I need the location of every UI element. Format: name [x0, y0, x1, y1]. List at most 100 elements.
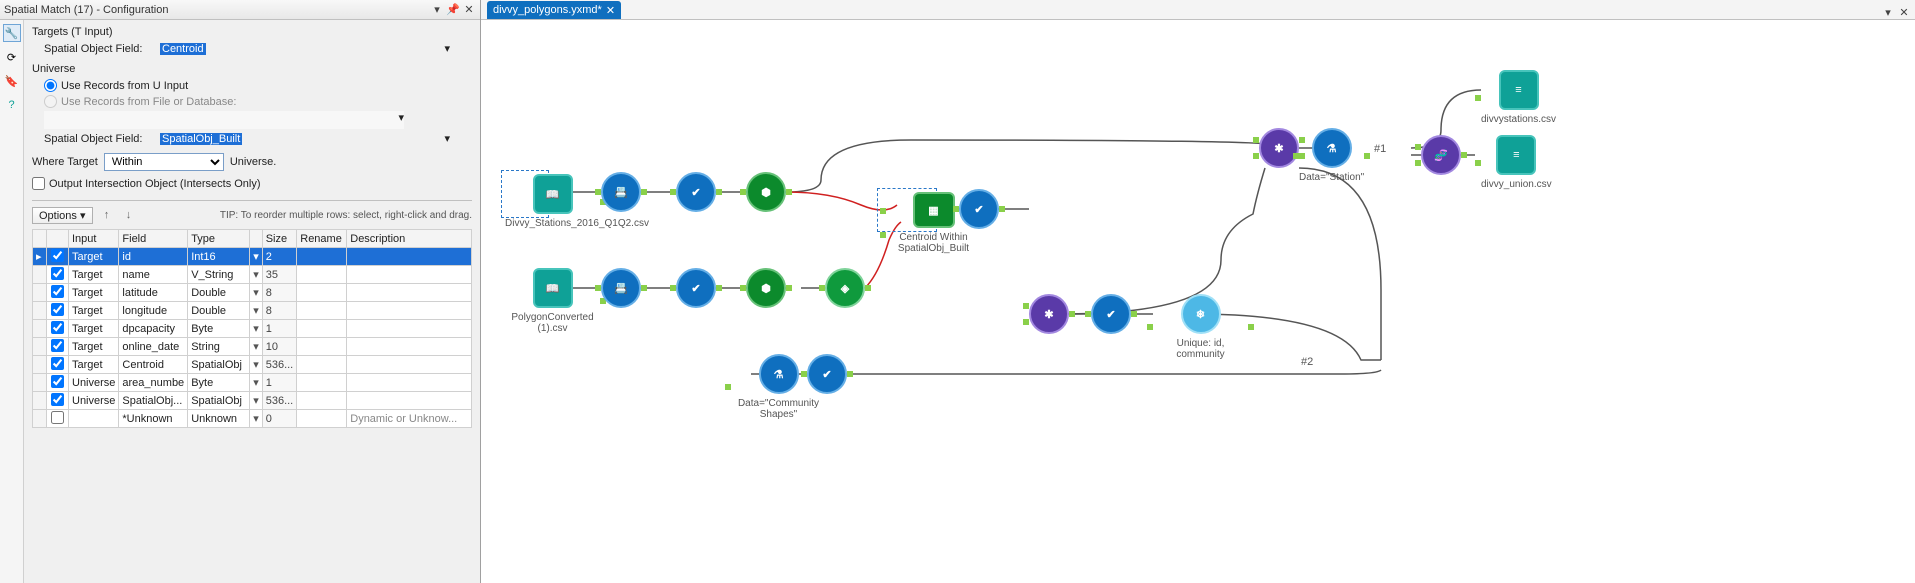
tag-icon[interactable]: 🔖	[3, 72, 21, 90]
intersect-checkbox[interactable]	[32, 177, 45, 190]
move-down-button[interactable]: ↓	[121, 209, 137, 221]
col-description[interactable]: Description	[347, 230, 472, 248]
check-icon: ✔	[676, 268, 716, 308]
tab-label: divvy_polygons.yxmd*	[493, 4, 602, 16]
workflow-canvas[interactable]: #1 #2 📖 Divvy_Stations_2016_Q1Q2.csv 📇 ✔…	[481, 20, 1915, 583]
fields-grid[interactable]: Input Field Type Size Rename Description…	[32, 229, 472, 428]
select-tool-2[interactable]: ✔	[676, 268, 716, 308]
row-checkbox[interactable]	[51, 249, 64, 262]
select-tool-5[interactable]: ✔	[1091, 294, 1131, 334]
check-icon: ✔	[1091, 294, 1131, 334]
dropdown-icon[interactable]: ▾	[430, 3, 444, 17]
spatial-field2-label: Spatial Object Field:	[44, 133, 154, 145]
help-icon[interactable]: ?	[3, 96, 21, 114]
table-row[interactable]: TargetCentroidSpatialObj▾536...	[33, 356, 472, 374]
tabbar-close-icon[interactable]: ✕	[1897, 6, 1911, 19]
spatial-tool-3[interactable]: ◈	[825, 268, 865, 308]
nav-icon[interactable]: ⟳	[3, 48, 21, 66]
join-tool-1[interactable]: ✱	[1029, 294, 1069, 334]
file-path-combo[interactable]: ▾	[44, 111, 404, 129]
table-row[interactable]: TargetlatitudeDouble▾8	[33, 284, 472, 302]
pin-icon[interactable]: 📌	[446, 3, 460, 17]
radio-u-input[interactable]	[44, 79, 57, 92]
config-form: Targets (T Input) Spatial Object Field: …	[24, 20, 480, 583]
spatial-tool-1[interactable]: ⬢	[746, 172, 786, 212]
move-up-button[interactable]: ↑	[99, 209, 115, 221]
tabbar-dropdown-icon[interactable]: ▾	[1881, 6, 1895, 19]
select-tool-3[interactable]: ✔	[807, 354, 847, 394]
spatial-match-icon: ▦	[913, 192, 955, 228]
reorder-tip: TIP: To reorder multiple rows: select, r…	[220, 210, 472, 221]
formula-icon: ⚗	[759, 354, 799, 394]
tab-close-icon[interactable]: ✕	[606, 4, 615, 17]
intersect-label: Output Intersection Object (Intersects O…	[49, 178, 261, 190]
union-tool[interactable]: 🧬	[1421, 135, 1461, 175]
browse-tool-2[interactable]: 📇	[601, 268, 641, 308]
config-panel: Spatial Match (17) - Configuration ▾ 📌 ✕…	[0, 0, 481, 583]
book-icon: 📖	[533, 268, 573, 308]
unique-tool[interactable]: ❄ Unique: id, community	[1153, 294, 1248, 360]
svg-text:#1: #1	[1374, 143, 1386, 155]
options-button[interactable]: Options ▾	[32, 207, 93, 224]
join-tool-2[interactable]: ✱	[1259, 128, 1299, 168]
book-icon: 📖	[533, 174, 573, 214]
radio-file-input[interactable]	[44, 95, 57, 108]
browse-tool-1[interactable]: 📇	[601, 172, 641, 212]
spatial-field-combo[interactable]: Centroid ▾	[160, 42, 450, 55]
col-rename[interactable]: Rename	[297, 230, 347, 248]
row-checkbox[interactable]	[51, 285, 64, 298]
table-row[interactable]: UniverseSpatialObj...SpatialObj▾536...	[33, 392, 472, 410]
col-field[interactable]: Field	[119, 230, 188, 248]
table-row[interactable]: Targetonline_dateString▾10	[33, 338, 472, 356]
table-row[interactable]: ▸TargetidInt16▾2	[33, 248, 472, 266]
formula-tool-2[interactable]: ⚗ Data="Station"	[1299, 128, 1364, 183]
spatial-field2-combo[interactable]: SpatialObj_Built ▾	[160, 132, 450, 145]
targets-heading: Targets (T Input)	[32, 26, 472, 38]
row-checkbox[interactable]	[51, 393, 64, 406]
spatial-field-label: Spatial Object Field:	[44, 43, 154, 55]
row-checkbox[interactable]	[51, 321, 64, 334]
radio-u-label: Use Records from U Input	[61, 80, 188, 92]
spatial-tool-2[interactable]: ⬢	[746, 268, 786, 308]
join-icon: ✱	[1259, 128, 1299, 168]
diamond-icon: ◈	[825, 268, 865, 308]
select-tool-1[interactable]: ✔	[676, 172, 716, 212]
table-row[interactable]: TargetnameV_String▾35	[33, 266, 472, 284]
where-label: Where Target	[32, 156, 98, 168]
close-icon[interactable]: ✕	[462, 3, 476, 17]
wrench-icon[interactable]: 🔧	[3, 24, 21, 42]
row-checkbox[interactable]	[51, 357, 64, 370]
output-tool-1[interactable]: ≡ divvystations.csv	[1481, 70, 1556, 125]
table-row[interactable]: *UnknownUnknown▾0Dynamic or Unknow...	[33, 410, 472, 428]
table-row[interactable]: TargetlongitudeDouble▾8	[33, 302, 472, 320]
col-type[interactable]: Type	[188, 230, 250, 248]
row-checkbox[interactable]	[51, 411, 64, 424]
workflow-panel: divvy_polygons.yxmd* ✕ ▾ ✕	[481, 0, 1915, 583]
table-row[interactable]: Universearea_numbeByte▾1	[33, 374, 472, 392]
col-size[interactable]: Size	[262, 230, 297, 248]
output2-label: divvy_union.csv	[1481, 179, 1552, 190]
input-tool-1[interactable]: 📖 Divvy_Stations_2016_Q1Q2.csv	[505, 174, 600, 229]
where-combo[interactable]: Within	[104, 153, 224, 171]
input2-label: PolygonConverted (1).csv	[505, 312, 600, 334]
spatial-icon: ⬢	[746, 268, 786, 308]
formula2-label: Data="Station"	[1299, 172, 1364, 183]
input-tool-2[interactable]: 📖 PolygonConverted (1).csv	[505, 268, 600, 334]
workflow-tab[interactable]: divvy_polygons.yxmd* ✕	[487, 1, 621, 19]
browse-icon: 📇	[601, 268, 641, 308]
table-row[interactable]: TargetdpcapacityByte▾1	[33, 320, 472, 338]
where-suffix: Universe.	[230, 156, 276, 168]
output1-label: divvystations.csv	[1481, 114, 1556, 125]
row-checkbox[interactable]	[51, 375, 64, 388]
browse-icon: 📇	[601, 172, 641, 212]
side-icon-strip: 🔧 ⟳ 🔖 ?	[0, 20, 24, 583]
output-tool-2[interactable]: ≡ divvy_union.csv	[1481, 135, 1552, 190]
row-checkbox[interactable]	[51, 303, 64, 316]
row-checkbox[interactable]	[51, 339, 64, 352]
output-icon: ≡	[1499, 70, 1539, 110]
panel-title: Spatial Match (17) - Configuration	[4, 4, 428, 16]
col-input[interactable]: Input	[69, 230, 119, 248]
check-icon: ✔	[959, 189, 999, 229]
select-tool-4[interactable]: ✔	[959, 189, 999, 229]
row-checkbox[interactable]	[51, 267, 64, 280]
